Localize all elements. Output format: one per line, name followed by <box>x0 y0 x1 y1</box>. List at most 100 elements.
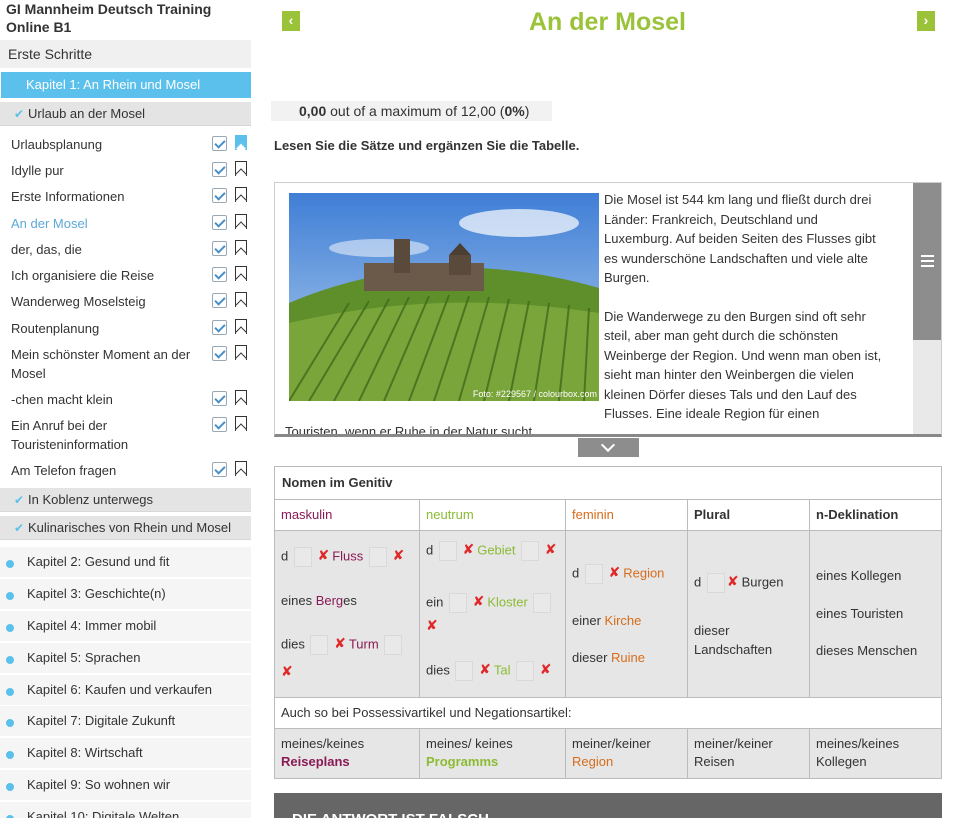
answer-input[interactable] <box>455 661 474 681</box>
bookmark-icon[interactable] <box>235 240 247 255</box>
text: eines <box>816 606 851 621</box>
chapter-label: Kapitel 7: Digitale Zukunft <box>27 713 176 728</box>
sidebar-chapter[interactable]: Kapitel 9: So wohnen wir <box>0 770 251 801</box>
bookmark-icon[interactable] <box>235 390 247 405</box>
lesson-label: Am Telefon fragen <box>11 463 117 478</box>
chapter-label: Kapitel 2: Gesund und fit <box>27 554 170 569</box>
sidebar-section-urlaub[interactable]: ✔ Urlaub an der Mosel <box>0 102 251 126</box>
sidebar-chapter[interactable]: Kapitel 7: Digitale Zukunft <box>0 706 251 737</box>
answer-input[interactable] <box>448 593 467 613</box>
sidebar-lesson[interactable]: Routenplanung <box>11 319 251 338</box>
bullet-icon <box>6 688 14 696</box>
completed-checkbox-icon <box>212 417 227 432</box>
text: ein <box>426 594 444 610</box>
lesson-label: -chen macht klein <box>11 392 113 407</box>
sidebar-lesson[interactable]: Erste Informationen <box>11 187 251 206</box>
noun: Tal <box>493 662 511 678</box>
bookmark-icon[interactable] <box>235 319 247 334</box>
sidebar-lesson[interactable]: Ein Anruf bei der Touristeninformation <box>11 416 251 454</box>
answer-input[interactable] <box>706 573 725 593</box>
answer-input[interactable] <box>533 593 552 613</box>
genitive-table: Nomen im Genitiv maskulin neutrum femini… <box>274 466 942 779</box>
bookmark-icon[interactable] <box>235 161 247 176</box>
page-title: An der Mosel <box>529 8 686 36</box>
cell-plural: d ✘ Burgen dieser Landschaften <box>687 530 810 698</box>
wrong-x-icon: ✘ <box>392 547 405 564</box>
bookmark-icon[interactable] <box>235 214 247 229</box>
noun: Berg <box>315 593 344 608</box>
sidebar-section-kulinarisches[interactable]: ✔ Kulinarisches von Rhein und Mosel <box>0 516 251 540</box>
sidebar-chapter-active[interactable]: Kapitel 1: An Rhein und Mosel <box>1 72 251 98</box>
sidebar-chapter[interactable]: Kapitel 3: Geschichte(n) <box>0 579 251 610</box>
answer-input[interactable] <box>516 661 535 681</box>
answer-input[interactable] <box>521 541 540 561</box>
feedback-banner: DIE ANTWORT IST FALSCH <box>274 793 942 818</box>
answer-input[interactable] <box>438 541 457 561</box>
bookmark-icon[interactable] <box>235 461 247 476</box>
course-sidebar: GI Mannheim Deutsch Training Online B1 E… <box>0 0 252 818</box>
text: es <box>343 593 357 608</box>
noun: Landschaften <box>694 642 773 657</box>
sidebar-lesson[interactable]: Idylle pur <box>11 161 251 180</box>
text: d <box>572 565 580 581</box>
poss-cell-feminin: meiner/keiner Region <box>565 728 688 779</box>
sidebar-section-koblenz[interactable]: ✔ In Koblenz unterwegs <box>0 488 251 512</box>
lesson-label: Urlaubsplanung <box>11 137 103 152</box>
reading-scrollbar[interactable] <box>913 183 941 434</box>
answer-input[interactable] <box>310 635 329 655</box>
answer-input[interactable] <box>368 547 387 567</box>
wrong-x-icon: ✘ <box>544 541 557 558</box>
bookmark-icon[interactable] <box>235 292 247 307</box>
sidebar-item-erste-schritte[interactable]: Erste Schritte <box>0 40 251 68</box>
wrong-x-icon: ✘ <box>608 564 621 581</box>
text: d <box>694 574 702 590</box>
completed-checkbox-icon <box>212 188 227 203</box>
sidebar-lesson[interactable]: -chen macht klein <box>11 390 251 409</box>
sidebar-chapter[interactable]: Kapitel 6: Kaufen und verkaufen <box>0 675 251 706</box>
sidebar-chapter[interactable]: Kapitel 2: Gesund und fit <box>0 547 251 578</box>
completed-checkbox-icon <box>212 320 227 335</box>
poss-cell-maskulin: meines/keines Reiseplans <box>274 728 420 779</box>
bookmark-filled-icon[interactable] <box>235 135 247 150</box>
text: eines <box>816 568 851 583</box>
lesson-label: Idylle pur <box>11 163 64 178</box>
sidebar-chapter[interactable]: Kapitel 4: Immer mobil <box>0 611 251 642</box>
answer-input[interactable] <box>384 635 403 655</box>
bookmark-icon[interactable] <box>235 266 247 281</box>
completed-checkbox-icon <box>212 293 227 308</box>
score-achieved: 0,00 <box>299 103 327 119</box>
section-label: Urlaub an der Mosel <box>28 106 146 121</box>
completed-checkbox-icon <box>212 391 227 406</box>
sidebar-lesson[interactable]: Ich organisiere die Reise <box>11 266 251 285</box>
lesson-label: Routenplanung <box>11 321 100 336</box>
column-header-n-deklination: n-Deklination <box>809 499 942 531</box>
sidebar-chapter[interactable]: Kapitel 8: Wirtschaft <box>0 738 251 769</box>
noun: Kollegen <box>816 754 867 769</box>
sidebar-lesson[interactable]: der, das, die <box>11 240 251 259</box>
menu-icon[interactable] <box>921 255 934 267</box>
sidebar-lesson[interactable]: Mein schönster Moment an der Mosel <box>11 345 251 383</box>
sidebar-chapter[interactable]: Kapitel 10: Digitale Welten <box>0 802 251 818</box>
chapter-label: Kapitel 5: Sprachen <box>27 650 141 665</box>
expand-text-chevron-icon[interactable] <box>578 438 639 457</box>
reading-text: Die Mosel ist 544 km lang und fließt dur… <box>604 190 884 434</box>
text: eines <box>281 593 316 608</box>
wrong-x-icon: ✘ <box>539 661 552 678</box>
sidebar-lesson[interactable]: Urlaubsplanung <box>11 135 251 154</box>
noun: Turm <box>348 636 379 652</box>
sidebar-lesson[interactable]: Wanderweg Moselsteig <box>11 292 251 311</box>
bookmark-icon[interactable] <box>235 416 247 431</box>
photo-credit: Foto: #229567 / colourbox.com <box>472 389 597 399</box>
bookmark-icon[interactable] <box>235 345 247 360</box>
sidebar-lesson[interactable]: Am Telefon fragen <box>11 461 251 480</box>
sidebar-lesson-current[interactable]: An der Mosel <box>11 214 251 233</box>
answer-input[interactable] <box>293 547 312 567</box>
noun: Touristen <box>850 606 904 621</box>
bookmark-icon[interactable] <box>235 187 247 202</box>
answer-input[interactable] <box>584 564 603 584</box>
next-page-button[interactable]: › <box>917 11 935 31</box>
poss-cell-n-deklination: meines/keines Kollegen <box>809 728 942 779</box>
cell-neutrum: d ✘Gebiet ✘ ein ✘Kloster ✘ dies ✘Tal <box>419 530 566 698</box>
scrollbar-thumb[interactable] <box>913 183 941 340</box>
sidebar-chapter[interactable]: Kapitel 5: Sprachen <box>0 643 251 674</box>
